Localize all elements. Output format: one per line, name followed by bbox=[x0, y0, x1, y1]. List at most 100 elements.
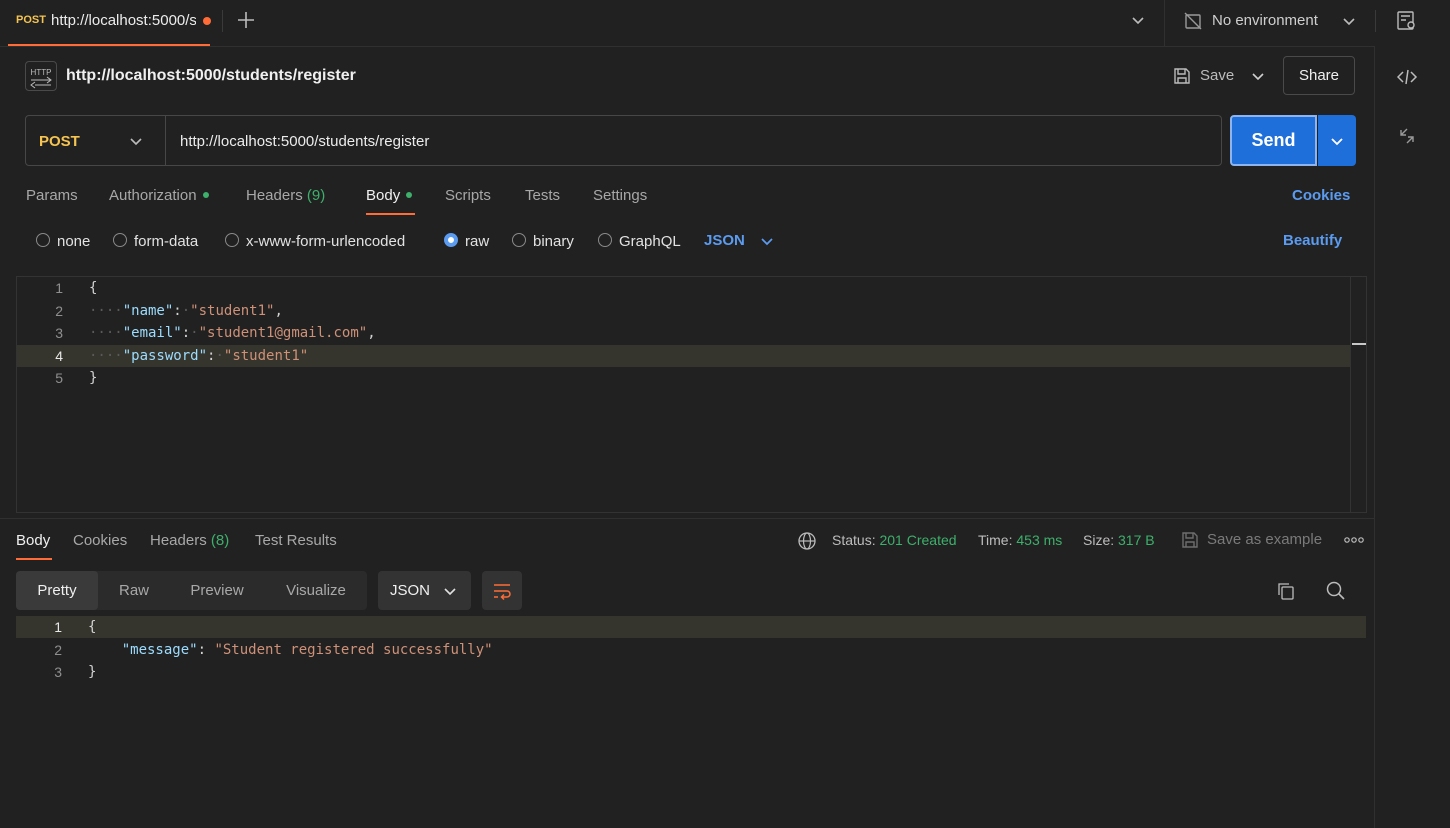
json-key: "password" bbox=[122, 348, 208, 364]
copy-icon[interactable] bbox=[1276, 581, 1296, 601]
search-icon[interactable] bbox=[1325, 580, 1347, 602]
more-options-icon[interactable] bbox=[1344, 534, 1364, 546]
share-button[interactable]: Share bbox=[1283, 56, 1355, 95]
status-dot bbox=[202, 192, 209, 199]
response-tab-test-results[interactable]: Test Results bbox=[255, 532, 337, 549]
wrap-lines-icon bbox=[494, 584, 511, 601]
save-as-example-button[interactable]: Save as example bbox=[1207, 531, 1322, 548]
divider bbox=[1164, 0, 1165, 46]
tab-url: http://localhost:5000/s bbox=[51, 12, 196, 29]
chevron-down-icon[interactable] bbox=[1250, 68, 1266, 84]
plus-icon bbox=[238, 12, 254, 28]
radio-raw-label[interactable]: raw bbox=[465, 233, 489, 250]
code-text: { bbox=[89, 280, 98, 296]
send-button[interactable]: Send bbox=[1230, 115, 1317, 166]
response-size[interactable]: Size: 317 B bbox=[1083, 532, 1155, 548]
save-icon bbox=[1174, 68, 1190, 84]
status-dot bbox=[406, 192, 413, 199]
json-key: "message" bbox=[121, 642, 198, 658]
code-line: 1 { bbox=[17, 277, 1350, 299]
tab-scripts[interactable]: Scripts bbox=[445, 187, 491, 204]
response-tab-headers[interactable]: Headers (8) bbox=[150, 532, 229, 549]
response-headers-count: (8) bbox=[210, 532, 230, 549]
http-request-icon: HTTP bbox=[25, 61, 57, 91]
tab-headers-label: Headers bbox=[246, 187, 303, 204]
active-tab-indicator bbox=[16, 558, 52, 560]
code-line: 2 "message": "Student registered success… bbox=[16, 639, 1349, 661]
tab-tests[interactable]: Tests bbox=[525, 187, 560, 204]
new-tab-button[interactable] bbox=[236, 10, 256, 30]
view-mode-preview[interactable]: Preview bbox=[176, 571, 258, 610]
response-body-viewer[interactable]: 1 { 2 "message": "Student registered suc… bbox=[16, 616, 1367, 706]
chevron-down-icon bbox=[130, 138, 142, 146]
method-select[interactable]: POST bbox=[26, 116, 166, 165]
response-tab-cookies[interactable]: Cookies bbox=[73, 532, 127, 549]
radio-urlencoded[interactable] bbox=[225, 233, 239, 247]
radio-binary-label[interactable]: binary bbox=[533, 233, 574, 250]
response-time[interactable]: Time: 453 ms bbox=[978, 532, 1062, 548]
code-line: 5 } bbox=[17, 367, 1350, 389]
radio-form-data[interactable] bbox=[113, 233, 127, 247]
scrollbar-cursor-marker bbox=[1352, 343, 1366, 345]
tab-body[interactable]: Body bbox=[366, 187, 413, 204]
environment-selector[interactable]: No environment bbox=[1183, 9, 1363, 35]
time-label: Time: bbox=[978, 532, 1013, 548]
tab-authorization-label: Authorization bbox=[109, 187, 197, 204]
url-input[interactable]: http://localhost:5000/students/register bbox=[180, 133, 429, 150]
code-text: ····"name":·"student1", bbox=[89, 303, 283, 319]
radio-urlencoded-label[interactable]: x-www-form-urlencoded bbox=[246, 233, 405, 250]
beautify-button[interactable]: Beautify bbox=[1283, 232, 1342, 249]
cookies-link[interactable]: Cookies bbox=[1292, 187, 1350, 204]
no-environment-icon bbox=[1184, 12, 1202, 30]
response-divider[interactable] bbox=[0, 518, 1374, 519]
environment-label: No environment bbox=[1212, 12, 1318, 29]
http-icon: HTTP bbox=[30, 68, 52, 89]
editor-scrollbar[interactable] bbox=[1350, 277, 1351, 512]
chevron-down-icon bbox=[444, 588, 456, 596]
radio-none-label[interactable]: none bbox=[57, 233, 90, 250]
related-collections-button[interactable] bbox=[1398, 126, 1416, 146]
status-label: Status: bbox=[832, 532, 876, 548]
radio-graphql-label[interactable]: GraphQL bbox=[619, 233, 681, 250]
code-snippet-button[interactable] bbox=[1396, 66, 1418, 88]
radio-graphql[interactable] bbox=[598, 233, 612, 247]
response-tab-body[interactable]: Body bbox=[16, 532, 50, 549]
tab-settings[interactable]: Settings bbox=[593, 187, 647, 204]
line-number: 2 bbox=[54, 642, 62, 658]
send-options-button[interactable] bbox=[1318, 115, 1356, 166]
response-status[interactable]: Status: 201 Created bbox=[832, 532, 957, 548]
radio-binary[interactable] bbox=[512, 233, 526, 247]
status-value: 201 Created bbox=[879, 532, 957, 548]
save-button[interactable]: Save bbox=[1170, 62, 1270, 90]
radio-raw[interactable] bbox=[444, 233, 458, 247]
line-number: 4 bbox=[55, 348, 63, 364]
tab-body-label: Body bbox=[366, 187, 401, 204]
radio-none[interactable] bbox=[36, 233, 50, 247]
view-mode-visualize[interactable]: Visualize bbox=[272, 571, 360, 610]
wrap-lines-button[interactable] bbox=[482, 571, 522, 610]
json-value: "student1" bbox=[190, 303, 275, 319]
unsaved-dot bbox=[203, 17, 211, 25]
tabs-dropdown-button[interactable] bbox=[1130, 12, 1146, 28]
radio-form-data-label[interactable]: form-data bbox=[134, 233, 198, 250]
request-body-editor[interactable]: 1 { 2 ····"name":·"student1", 3 ····"ema… bbox=[16, 276, 1367, 513]
request-title[interactable]: http://localhost:5000/students/register bbox=[66, 67, 356, 85]
tab-params[interactable]: Params bbox=[26, 187, 78, 204]
code-line: 3 ····"email":·"student1@gmail.com", bbox=[17, 322, 1350, 344]
view-mode-pretty[interactable]: Pretty bbox=[16, 571, 98, 610]
view-mode-raw[interactable]: Raw bbox=[102, 571, 166, 610]
tab-headers[interactable]: Headers (9) bbox=[246, 187, 325, 204]
save-label: Save bbox=[1200, 67, 1235, 84]
globe-icon[interactable] bbox=[797, 531, 817, 551]
response-format-select[interactable]: JSON bbox=[378, 571, 471, 610]
tab-authorization[interactable]: Authorization bbox=[109, 187, 209, 204]
chevron-down-icon[interactable] bbox=[759, 233, 775, 249]
code-text: { bbox=[88, 619, 97, 635]
request-tab[interactable]: POST http://localhost:5000/s bbox=[8, 0, 211, 46]
tab-method: POST bbox=[16, 14, 46, 26]
response-tab-headers-label: Headers bbox=[150, 532, 207, 549]
body-format-select[interactable]: JSON bbox=[704, 232, 745, 249]
code-line-current: 1 { bbox=[16, 616, 1366, 638]
environment-quick-look-button[interactable] bbox=[1396, 10, 1418, 32]
method-label: POST bbox=[39, 133, 80, 150]
